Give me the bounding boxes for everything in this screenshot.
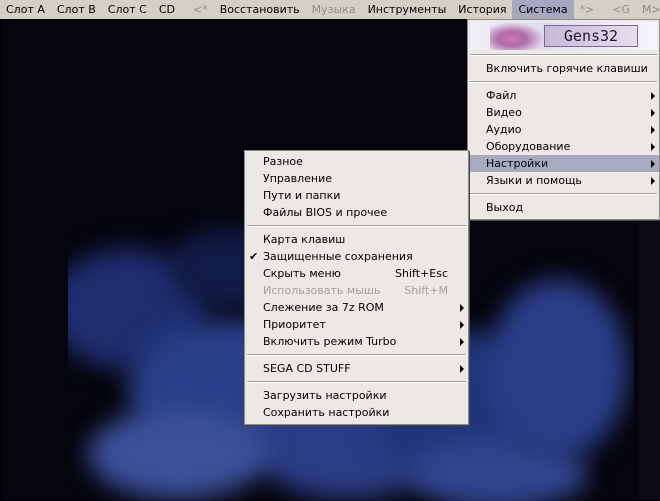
shortcut-label: Shift+Esc xyxy=(395,267,448,280)
menu-item-label: Включить режим Turbo xyxy=(263,335,397,348)
menu-slot-a[interactable]: Слот A xyxy=(0,0,51,19)
submenu-item-7z-rom-tracking[interactable]: Слежение за 7z ROM xyxy=(245,299,468,316)
menu-item-label: Сохранить настройки xyxy=(263,406,390,419)
menu-item-label: Слежение за 7z ROM xyxy=(263,301,384,314)
menu-cd[interactable]: CD xyxy=(153,0,181,19)
menu-item-label: Настройки xyxy=(486,157,549,170)
menu-separator xyxy=(470,81,657,83)
settings-submenu: Разное Управление Пути и папки Файлы BIO… xyxy=(244,150,469,425)
submenu-item-sega-cd-stuff[interactable]: SEGA CD STUFF xyxy=(245,360,468,377)
submenu-arrow-icon xyxy=(651,160,655,168)
menu-next-arrow[interactable]: *> xyxy=(574,0,601,19)
menu-tools[interactable]: Инструменты xyxy=(362,0,453,19)
menu-separator xyxy=(247,381,466,383)
submenu-item-hide-menu[interactable]: Скрыть меню Shift+Esc xyxy=(245,265,468,282)
submenu-arrow-icon xyxy=(651,177,655,185)
submenu-arrow-icon xyxy=(460,321,464,329)
menu-item-label: Карта клавиш xyxy=(263,233,346,246)
menu-separator xyxy=(247,225,466,227)
menu-item-exit[interactable]: Выход xyxy=(468,199,659,216)
menu-item-label: Языки и помощь xyxy=(486,174,582,187)
submenu-item-load-settings[interactable]: Загрузить настройки xyxy=(245,387,468,404)
menu-item-video[interactable]: Видео xyxy=(468,104,659,121)
menu-separator xyxy=(247,354,466,356)
menu-music[interactable]: Музыка xyxy=(306,0,362,19)
menu-item-settings[interactable]: Настройки xyxy=(468,155,659,172)
submenu-item-controls[interactable]: Управление xyxy=(245,170,468,187)
menu-restore[interactable]: Восстановить xyxy=(214,0,306,19)
menu-bottom-padding xyxy=(468,216,659,219)
submenu-arrow-icon xyxy=(460,365,464,373)
logo-text: Gens32 xyxy=(544,25,638,47)
logo-swirl-icon xyxy=(490,22,545,50)
menu-separator xyxy=(470,193,657,195)
menu-item-label: Защищенные сохранения xyxy=(263,250,413,263)
submenu-item-misc[interactable]: Разное xyxy=(245,153,468,170)
submenu-item-paths[interactable]: Пути и папки xyxy=(245,187,468,204)
menu-item-label: Управление xyxy=(263,172,333,185)
submenu-item-turbo-mode[interactable]: Включить режим Turbo xyxy=(245,333,468,350)
menu-item-label: SEGA CD STUFF xyxy=(263,362,351,375)
menu-item-label: Выход xyxy=(486,201,524,214)
menu-item-label: Пути и папки xyxy=(263,189,341,202)
submenu-item-use-mouse[interactable]: Использовать мышь Shift+M xyxy=(245,282,468,299)
menu-slot-c[interactable]: Слот C xyxy=(102,0,153,19)
menu-slot-b[interactable]: Слот B xyxy=(51,0,102,19)
top-menubar: Слот A Слот B Слот C CD <* Восстановить … xyxy=(0,0,660,19)
shortcut-label: Shift+M xyxy=(404,284,448,297)
menu-item-languages-help[interactable]: Языки и помощь xyxy=(468,172,659,189)
menu-item-label: Разное xyxy=(263,155,303,168)
submenu-arrow-icon xyxy=(651,92,655,100)
menu-item-audio[interactable]: Аудио xyxy=(468,121,659,138)
menu-item-label: Включить горячие клавиши xyxy=(486,62,648,75)
menu-item-label: Загрузить настройки xyxy=(263,389,387,402)
menu-history[interactable]: История xyxy=(452,0,512,19)
menu-item-label: Приоритет xyxy=(263,318,326,331)
gens32-logo: Gens32 xyxy=(470,22,657,50)
menu-item-label: Аудио xyxy=(486,123,522,136)
menu-system[interactable]: Система xyxy=(512,0,574,19)
menu-item-label: Видео xyxy=(486,106,522,119)
submenu-arrow-icon xyxy=(460,304,464,312)
menu-item-label: Использовать мышь xyxy=(263,284,381,297)
system-menu: Gens32 Включить горячие клавиши Файл Вид… xyxy=(467,19,660,220)
menu-prev-arrow[interactable]: <* xyxy=(187,0,214,19)
menu-item-label: Оборудование xyxy=(486,140,571,153)
menu-next-m[interactable]: M> xyxy=(636,0,660,19)
submenu-item-priority[interactable]: Приоритет xyxy=(245,316,468,333)
menu-item-enable-hotkeys[interactable]: Включить горячие клавиши xyxy=(468,60,659,77)
submenu-item-key-map[interactable]: Карта клавиш xyxy=(245,231,468,248)
menu-item-label: Скрыть меню xyxy=(263,267,341,280)
submenu-item-bios-files[interactable]: Файлы BIOS и прочее xyxy=(245,204,468,221)
menu-separator xyxy=(470,54,657,56)
submenu-arrow-icon xyxy=(651,143,655,151)
submenu-arrow-icon xyxy=(651,126,655,134)
menu-bottom-padding xyxy=(245,421,468,424)
submenu-arrow-icon xyxy=(460,338,464,346)
menu-prev-g[interactable]: <G xyxy=(606,0,636,19)
checkmark-icon: ✔ xyxy=(249,250,259,263)
menu-item-label: Файлы BIOS и прочее xyxy=(263,206,388,219)
menu-item-file[interactable]: Файл xyxy=(468,87,659,104)
submenu-item-protected-saves[interactable]: ✔ Защищенные сохранения xyxy=(245,248,468,265)
submenu-item-save-settings[interactable]: Сохранить настройки xyxy=(245,404,468,421)
submenu-arrow-icon xyxy=(651,109,655,117)
menu-item-label: Файл xyxy=(486,89,517,102)
menu-item-hardware[interactable]: Оборудование xyxy=(468,138,659,155)
